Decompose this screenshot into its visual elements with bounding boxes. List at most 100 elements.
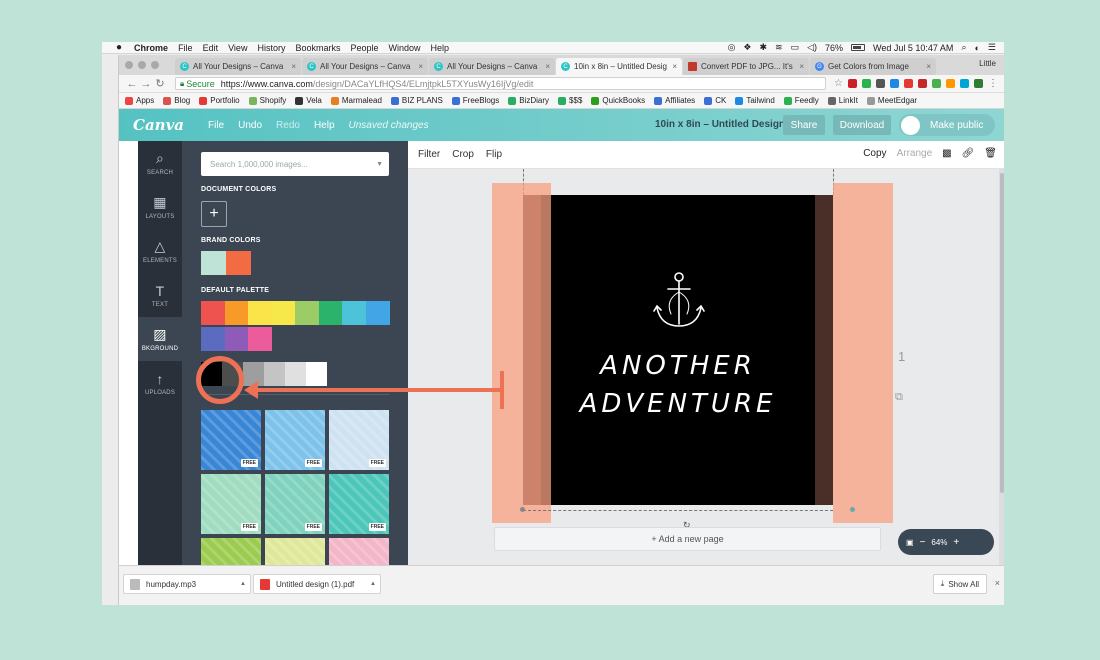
palette-swatch[interactable] — [201, 301, 225, 325]
close-window-button[interactable] — [125, 61, 133, 69]
bookmark-item[interactable]: Blog — [163, 96, 190, 105]
palette-swatch[interactable] — [306, 362, 327, 386]
brand-swatch[interactable] — [226, 251, 251, 275]
bookmark-item[interactable]: Apps — [125, 96, 154, 105]
menubar-app-name[interactable]: Chrome — [134, 43, 168, 53]
bookmark-item[interactable]: QuickBooks — [591, 96, 645, 105]
make-public-toggle[interactable]: Make public — [899, 114, 995, 136]
resize-handle[interactable] — [520, 507, 525, 512]
close-downloads-icon[interactable]: × — [995, 578, 1000, 588]
bluetooth-icon[interactable]: ✱ — [760, 42, 768, 53]
palette-swatch[interactable] — [365, 301, 390, 325]
copy-button[interactable]: Copy — [863, 148, 886, 159]
close-tab-icon[interactable]: × — [291, 62, 296, 71]
bookmark-item[interactable]: $$$ — [558, 96, 582, 105]
filter-button[interactable]: Filter — [418, 149, 440, 160]
design-title[interactable]: 10in x 8in – Untitled Design — [655, 119, 785, 130]
background-pattern-tile[interactable]: FREE — [265, 410, 325, 470]
bookmark-item[interactable]: BizDiary — [508, 96, 549, 105]
bookmark-item[interactable]: Vela — [295, 96, 322, 105]
rail-uploads[interactable]: ↑ UPLOADS — [138, 361, 182, 405]
browser-tab[interactable]: G Get Colors from Image × — [810, 58, 936, 75]
spotlight-icon[interactable]: ⌕ — [961, 42, 966, 53]
extension-icon[interactable] — [960, 79, 969, 88]
file-menu[interactable]: File — [208, 120, 224, 131]
bookmark-item[interactable]: Shopify — [248, 96, 286, 105]
menubar-datetime[interactable]: Wed Jul 5 10:47 AM — [873, 43, 953, 53]
pinterest-extension-icon[interactable] — [848, 79, 857, 88]
add-color-button[interactable]: + — [201, 201, 227, 227]
bookmark-item[interactable]: MeetEdgar — [866, 96, 917, 105]
menubar-file[interactable]: File — [178, 43, 193, 53]
palette-swatch[interactable] — [248, 327, 272, 351]
palette-swatch[interactable] — [271, 301, 296, 325]
forward-arrow-icon[interactable]: → — [139, 78, 153, 90]
copy-page-icon[interactable]: ⧉ — [895, 391, 903, 404]
anchor-icon[interactable] — [653, 270, 705, 332]
download-item[interactable]: Untitled design (1).pdf ▲ — [253, 574, 381, 594]
reload-icon[interactable]: ↻ — [153, 77, 167, 90]
image-search-input[interactable]: Search 1,000,000 images... ▼ — [201, 152, 389, 176]
menubar-view[interactable]: View — [228, 43, 247, 53]
rail-text[interactable]: T TEXT — [138, 273, 182, 317]
browser-tab-active[interactable]: C 10in x 8in – Untitled Desig × — [556, 58, 682, 75]
arrange-button[interactable]: Arrange — [897, 148, 933, 159]
close-tab-icon[interactable]: × — [545, 62, 550, 71]
close-tab-icon[interactable]: × — [926, 62, 931, 71]
extension-icon[interactable] — [918, 79, 927, 88]
add-page-button[interactable]: + Add a new page — [494, 527, 881, 551]
chevron-down-icon[interactable]: ▲ — [370, 581, 376, 587]
palette-swatch[interactable] — [201, 327, 225, 351]
back-arrow-icon[interactable]: ← — [125, 78, 139, 90]
background-pattern-tile[interactable]: FREE — [329, 474, 389, 534]
minimize-window-button[interactable] — [138, 61, 146, 69]
bookmark-item[interactable]: Tailwind — [735, 96, 775, 105]
chevron-down-icon[interactable]: ▼ — [376, 161, 383, 168]
wifi-icon[interactable]: ≋ — [775, 42, 783, 53]
link-icon[interactable]: 🔗︎ — [962, 148, 975, 159]
battery-percent[interactable]: 76% — [825, 43, 843, 53]
headline-line-2[interactable]: ADVENTURE — [523, 389, 833, 419]
palette-swatch[interactable] — [264, 362, 285, 386]
background-pattern-tile[interactable]: FREE — [329, 410, 389, 470]
bookmark-item[interactable]: BIZ PLANS — [390, 96, 443, 105]
menubar-people[interactable]: People — [350, 43, 378, 53]
present-icon[interactable]: ▣ — [906, 538, 914, 547]
redo-button[interactable]: Redo — [276, 120, 300, 131]
chrome-menu-icon[interactable]: ⋮ — [988, 78, 998, 89]
palette-swatch[interactable] — [295, 301, 319, 325]
vertical-scrollbar[interactable] — [999, 169, 1004, 565]
close-tab-icon[interactable]: × — [418, 62, 423, 71]
palette-swatch[interactable] — [342, 301, 366, 325]
close-tab-icon[interactable]: × — [672, 62, 677, 71]
headline-line-1[interactable]: ANOTHER — [523, 351, 833, 381]
menubar-window[interactable]: Window — [389, 43, 421, 53]
crop-button[interactable]: Crop — [452, 149, 474, 160]
browser-tab[interactable]: C All Your Designs – Canva × — [175, 58, 301, 75]
background-pattern-tile[interactable]: FREE — [201, 410, 261, 470]
flip-button[interactable]: Flip — [486, 149, 502, 160]
background-pattern-tile[interactable]: FREE — [201, 474, 261, 534]
bookmark-item[interactable]: Feedly — [783, 96, 819, 105]
bookmark-star-icon[interactable]: ☆ — [834, 78, 843, 89]
notification-center-icon[interactable]: ☰ — [988, 42, 996, 53]
download-item[interactable]: humpday.mp3 ▲ — [123, 574, 251, 594]
show-all-downloads-button[interactable]: ⤓ Show All — [932, 574, 987, 594]
rail-elements[interactable]: △ ELEMENTS — [138, 229, 182, 273]
bookmark-item[interactable]: CK — [704, 96, 726, 105]
resize-handle[interactable] — [850, 507, 855, 512]
palette-swatch[interactable] — [224, 327, 249, 351]
creative-cloud-icon[interactable]: ◎ — [728, 42, 736, 53]
help-menu[interactable]: Help — [314, 120, 335, 131]
browser-tab[interactable]: C All Your Designs – Canva × — [302, 58, 428, 75]
apple-icon[interactable]: ● — [116, 42, 122, 53]
transparency-icon[interactable]: ▩ — [942, 148, 951, 159]
palette-swatch[interactable] — [224, 301, 249, 325]
zoom-out-button[interactable]: − — [920, 537, 926, 548]
undo-button[interactable]: Undo — [238, 120, 262, 131]
brand-swatch[interactable] — [201, 251, 226, 275]
canva-logo[interactable]: Canva — [133, 116, 184, 134]
bookmark-item[interactable]: Portfolio — [199, 96, 240, 105]
background-pattern-tile[interactable] — [265, 538, 325, 565]
background-pattern-tile[interactable] — [329, 538, 389, 565]
